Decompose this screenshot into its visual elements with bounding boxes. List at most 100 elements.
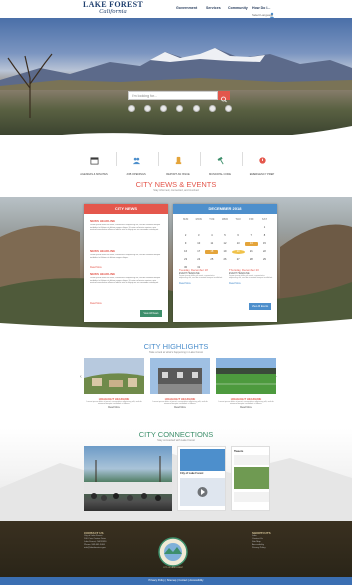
calendar-weekday: MON	[195, 218, 202, 221]
read-more-link[interactable]: Read More	[216, 406, 276, 409]
calendar-day[interactable]: 11	[205, 242, 218, 246]
calendar-day[interactable]: 1	[258, 226, 271, 230]
calendar-day[interactable]: 19	[218, 250, 231, 254]
news-card-header: CITY NEWS	[84, 204, 168, 214]
read-more-link[interactable]: Read More	[179, 282, 223, 285]
nav-services[interactable]: Services	[206, 6, 221, 10]
calendar-weekday: WED	[221, 218, 229, 221]
view-all-news-button[interactable]: View All News	[140, 310, 162, 317]
calendar-day[interactable]: 22	[258, 250, 271, 254]
nav-government[interactable]: Government	[176, 6, 197, 10]
city-logo[interactable]: LAKE FOREST California	[82, 1, 144, 17]
calendar-day[interactable]: 13	[232, 242, 245, 246]
quick-link-jobs[interactable]: JOB OPENINGS	[116, 152, 156, 176]
event-item[interactable]: Tuesday, December 18 EVENT HEADLINE Lore…	[179, 268, 223, 285]
news-text: Lorem ipsum dolor sit amet, consectetur …	[90, 277, 161, 284]
quick-link-label: EMERGENCY PREP	[249, 173, 275, 176]
site-header: LAKE FOREST California Government Servic…	[0, 0, 352, 18]
calendar-day[interactable]: 26	[218, 258, 231, 262]
calendar-icon	[90, 157, 98, 165]
email-icon[interactable]	[208, 105, 216, 112]
calendar-header: DECEMBER 2018	[173, 204, 277, 214]
calendar-weekday: SUN	[182, 218, 189, 221]
calendar-day[interactable]: 3	[192, 234, 205, 238]
video-player[interactable]	[84, 446, 172, 511]
highlight-item: HIGHLIGHT HEADLINE Lorem ipsum dolor sit…	[150, 397, 210, 409]
logo-title: LAKE FOREST	[83, 0, 143, 9]
people-icon	[132, 157, 140, 165]
search-button[interactable]	[218, 91, 230, 103]
facebook-feed[interactable]: City of Lake Forest	[177, 446, 226, 511]
view-all-events-button[interactable]: View All Events	[249, 303, 271, 310]
social-icons	[128, 105, 232, 113]
calendar-day[interactable]: 4	[205, 234, 218, 238]
event-text: Lorem ipsum dolor sit amet, consectetur …	[229, 275, 273, 280]
calendar-day[interactable]: 8	[258, 234, 271, 238]
calendar-day[interactable]: 29	[258, 258, 271, 262]
quick-link-code[interactable]: MUNICIPAL CODE	[200, 152, 240, 176]
highlight-image-field[interactable]	[216, 358, 276, 394]
calendar-day[interactable]: 27	[232, 258, 245, 262]
calendar-day[interactable]: 14	[244, 242, 258, 246]
hero-banner: I'm looking for...	[0, 18, 352, 153]
nav-community[interactable]: Community	[228, 6, 248, 10]
footer-link[interactable]: Privacy Policy	[252, 547, 271, 550]
read-more-link[interactable]: Read More	[84, 406, 144, 409]
footer-contact: CONTACT US City of Lake Forest 100 Civic…	[84, 531, 106, 550]
quick-link-report[interactable]: REPORT AN ISSUE	[158, 152, 198, 176]
rss-icon[interactable]	[224, 105, 232, 112]
youtube-icon[interactable]	[176, 105, 184, 112]
calendar-day[interactable]: 18	[205, 250, 219, 254]
calendar-day[interactable]: 20	[231, 250, 245, 254]
facebook-icon[interactable]	[128, 105, 135, 112]
calendar-day[interactable]: 28	[245, 258, 258, 262]
calendar-day[interactable]: 24	[192, 258, 205, 262]
highlight-image-station[interactable]	[150, 358, 210, 394]
news-text: Lorem ipsum dolor sit amet, consectetur …	[90, 224, 161, 231]
twitter-feed[interactable]: Tweets	[231, 446, 270, 511]
calendar-day[interactable]: 16	[179, 250, 192, 254]
read-more-link[interactable]: Read More	[150, 406, 210, 409]
calendar-day[interactable]: 23	[179, 258, 192, 262]
news-events-title: CITY NEWS & EVENTS	[135, 180, 217, 189]
read-more-link[interactable]: Read More	[229, 282, 273, 285]
read-more-link[interactable]: Read More	[90, 266, 102, 269]
calendar-weekday: FRI	[249, 218, 254, 221]
search-input[interactable]: I'm looking for...	[128, 91, 218, 100]
news-events-subtitle: Stay informed, connected, and involved	[153, 189, 199, 192]
calendar-day[interactable]: 17	[192, 250, 205, 254]
highlight-item: HIGHLIGHT HEADLINE Lorem ipsum dolor sit…	[84, 397, 144, 409]
calendar-day[interactable]: 15	[258, 242, 271, 246]
bottom-bar-links[interactable]: Privacy Policy | Sitemap | Contact | Acc…	[0, 579, 352, 582]
calendar-day[interactable]: 21	[245, 250, 258, 254]
calendar-day[interactable]: 10	[192, 242, 205, 246]
calendar-day[interactable]: 25	[205, 258, 218, 262]
instagram-icon[interactable]	[160, 105, 168, 112]
logo-script: California	[99, 9, 127, 15]
highlight-image-town[interactable]	[84, 358, 144, 394]
news-headline[interactable]: NEWS HEADLINE	[90, 249, 115, 253]
event-text: Lorem ipsum dolor sit amet, consectetur …	[179, 275, 223, 280]
carousel-prev-arrow[interactable]: ‹	[80, 374, 82, 380]
footer-contact-line[interactable]: info@lakeforestca.gov	[84, 547, 106, 550]
language-select[interactable]: Select Language	[252, 13, 273, 17]
news-headline[interactable]: NEWS HEADLINE	[90, 219, 115, 223]
calendar-day[interactable]: 6	[232, 234, 245, 238]
calendar-day[interactable]: 5	[218, 234, 231, 238]
calendar-day[interactable]: 12	[218, 242, 231, 246]
calendar-day[interactable]: 2	[179, 234, 192, 238]
calendar-day[interactable]: 9	[179, 242, 192, 246]
nav-how-do-i[interactable]: How Do I...	[252, 6, 270, 10]
user-icon[interactable]	[269, 5, 275, 18]
calendar-day[interactable]: 7	[245, 234, 258, 238]
twitter-icon[interactable]	[144, 105, 152, 112]
nextdoor-icon[interactable]	[192, 105, 200, 112]
news-headline[interactable]: NEWS HEADLINE	[90, 272, 115, 276]
event-item[interactable]: Thursday, December 20 EVENT HEADLINE Lor…	[229, 268, 273, 285]
calendar-grid: SUN MON TUE WED THU FRI SAT 1 2 3 4 5 6 7 8 9 10 11 12 13 14…	[179, 218, 271, 270]
quick-link-agendas[interactable]: AGENDAS & MINUTES	[74, 152, 114, 176]
quick-link-emergency[interactable]: EMERGENCY PREP	[242, 152, 282, 176]
facebook-post-image	[180, 478, 225, 506]
read-more-link[interactable]: Read More	[90, 302, 102, 305]
calendar-weekday: TUE	[209, 218, 215, 221]
